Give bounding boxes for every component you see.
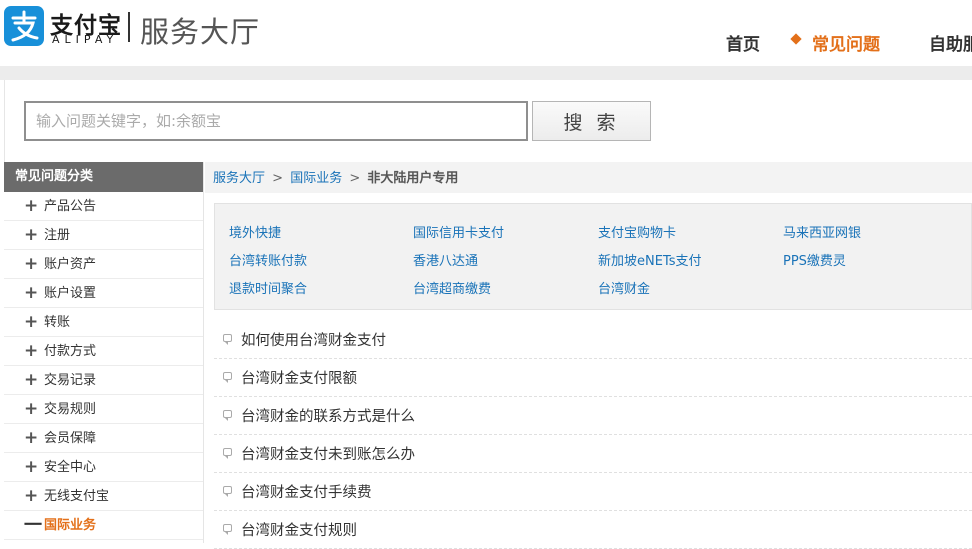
plus-icon: +: [24, 254, 39, 274]
question-text: 台湾财金支付手续费: [241, 485, 372, 501]
plus-icon: +: [24, 486, 39, 506]
sidebar-item[interactable]: + 产品公告: [4, 192, 203, 221]
speech-bubble-icon: [223, 486, 232, 497]
minus-icon: 一: [24, 515, 42, 536]
category-link[interactable]: 新加坡eNETs支付: [598, 250, 702, 269]
breadcrumb: 服务大厅 > 国际业务 > 非大陆用户专用: [205, 162, 972, 193]
sidebar-item[interactable]: + 转账: [4, 308, 203, 337]
question-item[interactable]: 台湾财金支付规则: [214, 511, 972, 549]
speech-bubble-icon: [223, 448, 232, 459]
sidebar: 常见问题分类 + 产品公告 + 注册 + 账户资产 + 账户设置 + 转账 + 付款方式 + 交易记录 + 交…: [4, 162, 204, 543]
active-indicator-icon: [790, 33, 802, 45]
search-input[interactable]: [24, 101, 528, 141]
category-link[interactable]: 马来西亚网银: [783, 222, 861, 241]
sidebar-item[interactable]: + 账户资产: [4, 250, 203, 279]
logo-divider: [128, 12, 130, 42]
sidebar-item-label: 国际业务: [44, 518, 97, 533]
sidebar-item-label: 账户设置: [44, 286, 97, 301]
plus-icon: +: [24, 428, 39, 448]
sidebar-item[interactable]: + 注册: [4, 221, 203, 250]
question-item[interactable]: 台湾财金的联系方式是什么: [214, 397, 972, 435]
sidebar-item[interactable]: + 无线支付宝: [4, 482, 203, 511]
speech-bubble-icon: [223, 334, 232, 345]
category-links-box: 境外快捷 国际信用卡支付 支付宝购物卡 马来西亚网银台湾转账付款 香港八达通 新加坡eNE…: [214, 203, 972, 310]
category-link[interactable]: 台湾转账付款: [229, 250, 307, 269]
speech-bubble-icon: [223, 524, 232, 535]
question-text: 台湾财金支付规则: [241, 523, 357, 539]
breadcrumb-link-service-hall[interactable]: 服务大厅: [213, 171, 265, 186]
question-item[interactable]: 如何使用台湾财金支付: [214, 321, 972, 359]
sidebar-item[interactable]: + 会员保障: [4, 424, 203, 453]
logo-text-en: ALIPAY: [52, 33, 119, 46]
plus-icon: +: [24, 196, 39, 216]
category-link[interactable]: 境外快捷: [229, 222, 281, 241]
plus-icon: +: [24, 370, 39, 390]
question-text: 台湾财金的联系方式是什么: [241, 409, 415, 425]
breadcrumb-current: 非大陆用户专用: [367, 171, 459, 186]
page-title: 服务大厅: [140, 15, 261, 49]
breadcrumb-separator: >: [349, 171, 361, 186]
question-item[interactable]: 台湾财金支付限额: [214, 359, 972, 397]
category-link[interactable]: 台湾财金: [598, 278, 650, 297]
nav-home[interactable]: 首页: [726, 30, 760, 55]
nav-faq[interactable]: 常见问题: [812, 30, 880, 55]
question-text: 如何使用台湾财金支付: [241, 333, 386, 349]
sidebar-item-label: 安全中心: [44, 460, 97, 475]
category-link[interactable]: 支付宝购物卡: [598, 222, 676, 241]
plus-icon: +: [24, 399, 39, 419]
category-link[interactable]: PPS缴费灵: [783, 250, 846, 269]
speech-bubble-icon: [223, 372, 232, 383]
sidebar-item-label: 交易记录: [44, 373, 97, 388]
question-text: 台湾财金支付限额: [241, 371, 357, 387]
sidebar-item-label: 注册: [44, 228, 71, 243]
sidebar-item-label: 转账: [44, 315, 71, 330]
speech-bubble-icon: [223, 410, 232, 421]
header: 支付宝 ALIPAY 服务大厅 首页 常见问题 自助服务: [0, 0, 972, 66]
category-link[interactable]: 台湾超商缴费: [413, 278, 491, 297]
search-button[interactable]: 搜 索: [532, 101, 651, 141]
plus-icon: +: [24, 312, 39, 332]
sidebar-item[interactable]: + 付款方式: [4, 337, 203, 366]
sidebar-item-label: 会员保障: [44, 431, 97, 446]
sidebar-item-label: 付款方式: [44, 344, 97, 359]
nav-self-service[interactable]: 自助服务: [929, 30, 972, 55]
question-item[interactable]: 台湾财金支付未到账怎么办: [214, 435, 972, 473]
sidebar-item[interactable]: 一国际业务: [4, 511, 203, 540]
header-divider-band: [0, 66, 972, 80]
sidebar-item[interactable]: + 账户设置: [4, 279, 203, 308]
sidebar-item[interactable]: + 交易记录: [4, 366, 203, 395]
alipay-logo-icon[interactable]: [4, 6, 44, 46]
question-item[interactable]: 台湾财金支付手续费: [214, 473, 972, 511]
category-link[interactable]: 退款时间聚合: [229, 278, 307, 297]
category-link[interactable]: 香港八达通: [413, 250, 478, 269]
sidebar-item-label: 交易规则: [44, 402, 97, 417]
breadcrumb-link-international[interactable]: 国际业务: [290, 171, 342, 186]
breadcrumb-separator: >: [272, 171, 284, 186]
question-text: 台湾财金支付未到账怎么办: [241, 447, 415, 463]
category-link[interactable]: 国际信用卡支付: [413, 222, 504, 241]
plus-icon: +: [24, 457, 39, 477]
plus-icon: +: [24, 341, 39, 361]
sidebar-title: 常见问题分类: [4, 162, 203, 192]
plus-icon: +: [24, 225, 39, 245]
sidebar-list: + 产品公告 + 注册 + 账户资产 + 账户设置 + 转账 + 付款方式 + 交易记录 + 交易规则 + 会员保…: [4, 192, 203, 540]
sidebar-item-label: 无线支付宝: [44, 489, 110, 504]
plus-icon: +: [24, 283, 39, 303]
sidebar-item-label: 账户资产: [44, 257, 97, 272]
sidebar-item[interactable]: + 安全中心: [4, 453, 203, 482]
sidebar-item-label: 产品公告: [44, 199, 97, 214]
sidebar-item[interactable]: + 交易规则: [4, 395, 203, 424]
